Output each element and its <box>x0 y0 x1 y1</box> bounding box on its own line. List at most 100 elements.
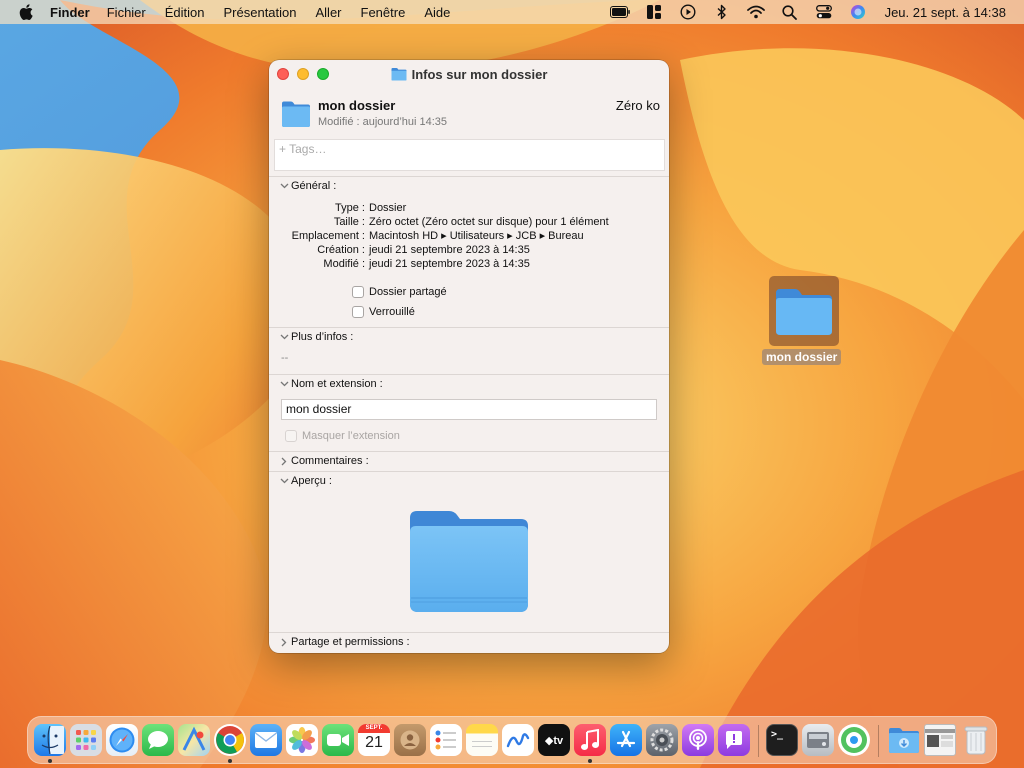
info-key: Emplacement : <box>291 230 365 242</box>
traffic-lights <box>277 68 337 80</box>
zoom-button[interactable] <box>317 68 329 80</box>
menu-fenetre[interactable]: Fenêtre <box>361 5 417 20</box>
chevron-right-icon <box>277 638 291 647</box>
info-value: jeudi 21 septembre 2023 à 14:35 <box>369 244 530 256</box>
dock-freeform-icon[interactable] <box>502 724 534 756</box>
section-sharing-toggle[interactable]: Partage et permissions : <box>277 636 410 648</box>
section-name-extension-toggle[interactable]: Nom et extension : <box>277 378 383 390</box>
bluetooth-icon[interactable] <box>711 3 733 21</box>
dock-calendar-icon[interactable]: SEPT. 21 <box>358 724 390 756</box>
menu-clock[interactable]: Jeu. 21 sept. à 14:38 <box>885 5 1006 20</box>
dock-appletv-icon[interactable]: ◆tv <box>538 724 570 756</box>
divider <box>269 632 669 633</box>
dock-running-indicator <box>228 759 232 763</box>
dock-window-thumbnail-icon[interactable] <box>924 724 956 756</box>
window-title-wrap: Infos sur mon dossier <box>391 66 548 82</box>
dock-launchpad-icon[interactable] <box>70 724 102 756</box>
chevron-down-icon <box>277 381 291 387</box>
menu-bar: Finder Fichier Édition Présentation Alle… <box>0 0 1024 24</box>
info-window: Infos sur mon dossier mon dossier Modifi… <box>269 60 669 653</box>
info-row-created: Création : jeudi 21 septembre 2023 à 14:… <box>269 243 669 257</box>
spotlight-search-icon[interactable] <box>779 3 801 21</box>
section-comments-label: Commentaires : <box>291 455 369 467</box>
chevron-down-icon <box>277 334 291 340</box>
dock-downloads-folder-icon[interactable] <box>888 724 920 756</box>
menu-aide[interactable]: Aide <box>424 5 461 20</box>
info-row-type: Type : Dossier <box>269 201 669 215</box>
locked-checkbox[interactable]: Verrouillé <box>352 306 415 318</box>
divider <box>269 374 669 375</box>
dock-messages-icon[interactable] <box>142 724 174 756</box>
dock-notes-icon[interactable] <box>466 724 498 756</box>
menu-edition[interactable]: Édition <box>165 5 216 20</box>
dock-maps-icon[interactable] <box>178 724 210 756</box>
section-general-toggle[interactable]: Général : <box>277 180 336 192</box>
locked-label: Verrouillé <box>369 306 415 318</box>
section-preview-toggle[interactable]: Aperçu : <box>277 475 332 487</box>
dock-terminal-icon[interactable]: >_ <box>766 724 798 756</box>
divider <box>269 471 669 472</box>
play-circle-icon[interactable] <box>677 3 699 21</box>
checkbox-box[interactable] <box>352 286 364 298</box>
shared-folder-label: Dossier partagé <box>369 286 447 298</box>
minimize-button[interactable] <box>297 68 309 80</box>
tags-field[interactable]: + Tags… <box>274 139 665 171</box>
shared-folder-checkbox[interactable]: Dossier partagé <box>352 286 447 298</box>
dock-separator <box>758 725 759 757</box>
dock-trash-icon[interactable] <box>960 724 992 756</box>
battery-icon[interactable] <box>609 3 631 21</box>
dock-safari-icon[interactable] <box>106 724 138 756</box>
dock-podcasts-icon[interactable] <box>682 724 714 756</box>
menu-presentation[interactable]: Présentation <box>224 5 308 20</box>
dock-system-settings-icon[interactable] <box>646 724 678 756</box>
wifi-icon[interactable] <box>745 3 767 21</box>
dock-appstore-icon[interactable] <box>610 724 642 756</box>
info-value: jeudi 21 septembre 2023 à 14:35 <box>369 258 530 270</box>
info-value: Zéro octet (Zéro octet sur disque) pour … <box>369 216 609 228</box>
window-titlebar[interactable]: Infos sur mon dossier <box>269 60 669 88</box>
chevron-down-icon <box>277 478 291 484</box>
dock-facetime-icon[interactable] <box>322 724 354 756</box>
info-key: Modifié : <box>323 258 365 270</box>
dock-find-my-icon[interactable] <box>838 724 870 756</box>
dock: SEPT. 21 ◆tv >_ <box>27 716 997 764</box>
checkbox-box[interactable] <box>352 306 364 318</box>
desktop-folder-icon[interactable] <box>769 276 839 346</box>
info-row-modified: Modifié : jeudi 21 septembre 2023 à 14:3… <box>269 257 669 271</box>
menu-app-finder[interactable]: Finder <box>50 5 101 20</box>
apple-menu-icon[interactable] <box>16 2 36 22</box>
more-info-value: -- <box>281 352 289 364</box>
siri-icon[interactable] <box>847 3 869 21</box>
dock-separator <box>878 725 879 757</box>
folder-icon <box>391 68 407 81</box>
info-value[interactable]: Macintosh HD ▸ Utilisateurs ▸ JCB ▸ Bure… <box>369 229 584 243</box>
dock-running-indicator <box>48 759 52 763</box>
dock-music-icon[interactable] <box>574 724 606 756</box>
control-center-icon[interactable] <box>813 3 835 21</box>
close-button[interactable] <box>277 68 289 80</box>
hide-extension-checkbox[interactable]: Masquer l’extension <box>285 430 400 442</box>
chevron-down-icon <box>277 183 291 189</box>
dock-photos-icon[interactable] <box>286 724 318 756</box>
name-field[interactable]: mon dossier <box>281 399 657 420</box>
divider <box>269 176 669 177</box>
menu-fichier[interactable]: Fichier <box>107 5 157 20</box>
info-key: Taille : <box>333 216 365 228</box>
dock-disk-utility-icon[interactable] <box>802 724 834 756</box>
dock-finder-icon[interactable] <box>34 724 66 756</box>
desktop-folder-label[interactable]: mon dossier <box>762 349 842 365</box>
calendar-month: SEPT. <box>358 724 390 733</box>
section-comments-toggle[interactable]: Commentaires : <box>277 455 369 467</box>
dock-reminders-icon[interactable] <box>430 724 462 756</box>
stage-manager-icon[interactable] <box>643 3 665 21</box>
dock-chrome-icon[interactable] <box>214 724 246 756</box>
status-area: Jeu. 21 sept. à 14:38 <box>609 0 1024 24</box>
section-more-info-toggle[interactable]: Plus d’infos : <box>277 331 353 343</box>
dock-feedback-icon[interactable] <box>718 724 750 756</box>
window-title: Infos sur mon dossier <box>411 66 548 82</box>
menu-aller[interactable]: Aller <box>316 5 353 20</box>
dock-contacts-icon[interactable] <box>394 724 426 756</box>
checkbox-box[interactable] <box>285 430 297 442</box>
dock-mail-icon[interactable] <box>250 724 282 756</box>
section-more-info-label: Plus d’infos : <box>291 331 354 343</box>
